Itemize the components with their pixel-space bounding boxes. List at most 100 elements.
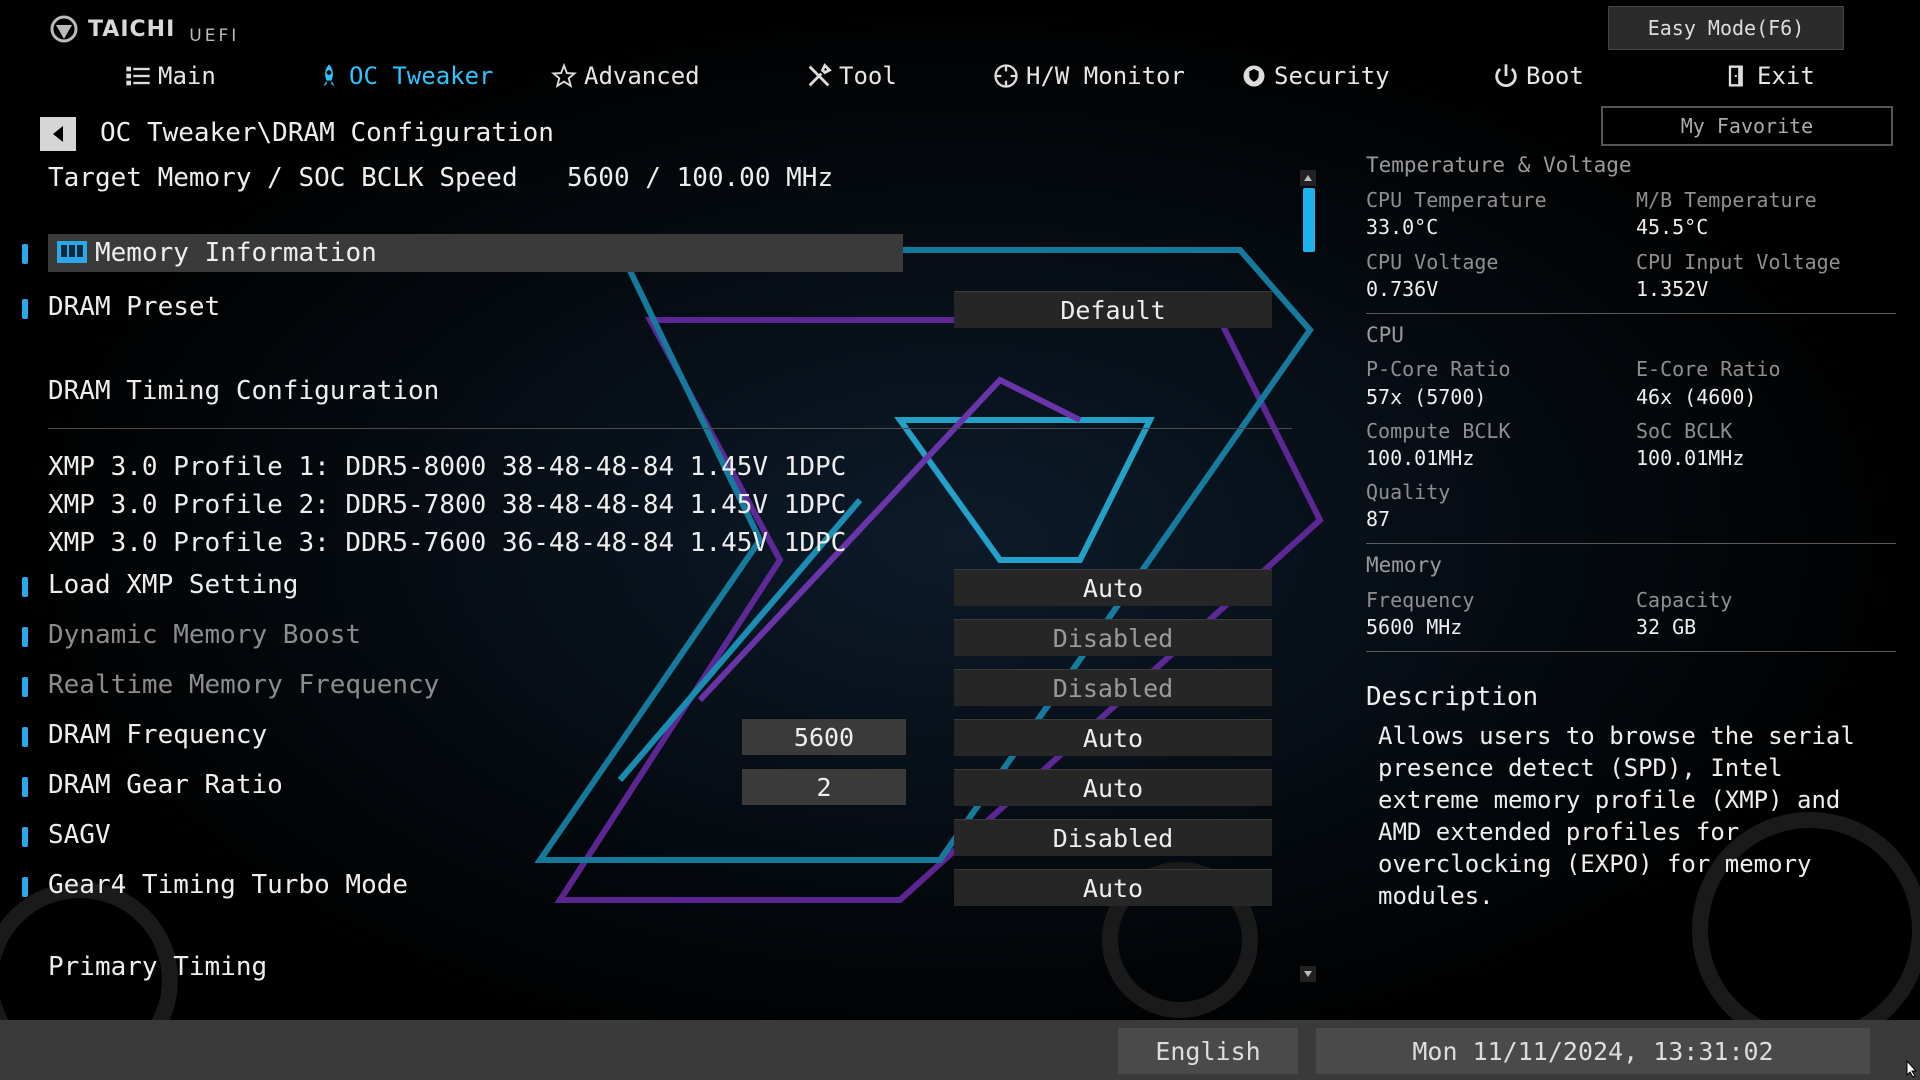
dynamic-memory-boost-select[interactable]: Disabled (954, 619, 1272, 656)
star-icon (551, 62, 577, 89)
tab-hw-monitor-label: H/W Monitor (1026, 62, 1185, 90)
dram-frequency-label: DRAM Frequency (48, 720, 268, 750)
dynamic-memory-boost-label: Dynamic Memory Boost (48, 620, 362, 650)
row-marker (22, 577, 28, 597)
row-marker (22, 299, 28, 319)
datetime-display: Mon 11/11/2024, 13:31:02 (1316, 1028, 1870, 1074)
panel-divider (1366, 543, 1896, 544)
tab-advanced[interactable]: Advanced (550, 58, 700, 94)
load-xmp-select[interactable]: Auto (954, 569, 1272, 606)
tab-main-label: Main (158, 62, 216, 90)
xmp-profile-2: XMP 3.0 Profile 2: DDR5-7800 38-48-48-84… (48, 490, 847, 520)
tab-exit[interactable]: Exit (1723, 58, 1815, 94)
realtime-memory-frequency-select[interactable]: Disabled (954, 669, 1272, 706)
memory-heading: Memory (1366, 553, 1442, 577)
row-marker (22, 727, 28, 747)
ecore-ratio-value: 46x (4600) (1636, 385, 1757, 409)
memory-frequency-value: 5600 MHz (1366, 615, 1463, 639)
tab-oc-tweaker[interactable]: OC Tweaker (315, 58, 494, 94)
description-text: Allows users to browse the serial presen… (1378, 722, 1855, 910)
breadcrumb: OC Tweaker\DRAM Configuration (100, 118, 554, 148)
scroll-up-button[interactable] (1300, 170, 1316, 186)
section-divider (48, 428, 1292, 429)
target-speed-value: 5600 / 100.00 MHz (567, 163, 834, 193)
pcore-ratio-value: 57x (5700) (1366, 385, 1487, 409)
panel-divider (1366, 651, 1896, 652)
tab-exit-label: Exit (1757, 62, 1815, 90)
back-button[interactable] (40, 117, 76, 151)
memory-frequency-label: Frequency (1366, 588, 1475, 612)
power-icon (1495, 64, 1517, 87)
ecore-ratio-label: E-Core Ratio (1636, 357, 1781, 381)
language-button[interactable]: English (1118, 1028, 1298, 1074)
tab-security-label: Security (1274, 62, 1390, 90)
dram-preset-label: DRAM Preset (48, 292, 221, 322)
tab-security[interactable]: Security (1240, 58, 1390, 94)
cpu-input-voltage-value: 1.352V (1636, 277, 1709, 301)
dram-gear-ratio-select[interactable]: Auto (954, 769, 1272, 806)
list-icon (126, 66, 150, 86)
cpu-voltage-label: CPU Voltage (1366, 250, 1499, 274)
row-marker (22, 877, 28, 897)
compute-bclk-value: 100.01MHz (1366, 446, 1475, 470)
tab-tool[interactable]: Tool (805, 58, 897, 94)
memory-information-label: Memory Information (95, 238, 377, 268)
caret-down-icon (1304, 971, 1312, 977)
dram-timing-section-title: DRAM Timing Configuration (48, 376, 440, 406)
tools-icon (808, 63, 832, 87)
mouse-cursor-icon (1906, 1060, 1918, 1078)
cpu-heading: CPU (1366, 323, 1404, 347)
monitor-icon (994, 64, 1018, 88)
scrollbar-thumb[interactable] (1303, 188, 1315, 252)
tab-boot-label: Boot (1526, 62, 1584, 90)
tab-boot[interactable]: Boot (1492, 58, 1584, 94)
shield-icon (1243, 65, 1265, 87)
scroll-down-button[interactable] (1300, 966, 1316, 982)
description-title: Description (1366, 682, 1539, 712)
memory-capacity-label: Capacity (1636, 588, 1733, 612)
mb-temp-label: M/B Temperature (1636, 188, 1817, 212)
sagv-label: SAGV (48, 820, 111, 850)
cpu-temp-label: CPU Temperature (1366, 188, 1547, 212)
arrow-left-icon (53, 126, 63, 142)
pcore-ratio-label: P-Core Ratio (1366, 357, 1511, 381)
cpu-input-voltage-label: CPU Input Voltage (1636, 250, 1841, 274)
compute-bclk-label: Compute BCLK (1366, 419, 1511, 443)
mb-temp-value: 45.5°C (1636, 215, 1709, 239)
gear4-turbo-select[interactable]: Auto (954, 869, 1272, 906)
cpu-temp-value: 33.0°C (1366, 215, 1439, 239)
row-marker (22, 244, 28, 264)
panel-divider (1366, 313, 1896, 314)
load-xmp-label: Load XMP Setting (48, 570, 299, 600)
brand-sub: UEFI (189, 26, 240, 46)
rocket-icon (323, 64, 335, 87)
dram-preset-select[interactable]: Default (954, 291, 1272, 328)
exit-icon (1728, 65, 1743, 87)
cpu-voltage-value: 0.736V (1366, 277, 1439, 301)
my-favorite-button[interactable]: My Favorite (1601, 106, 1893, 146)
tab-main[interactable]: Main (124, 58, 216, 94)
brand-name: TAICHI (88, 16, 176, 42)
memory-capacity-value: 32 GB (1636, 615, 1697, 639)
xmp-profile-3: XMP 3.0 Profile 3: DDR5-7600 36-48-48-84… (48, 528, 847, 558)
dram-frequency-select[interactable]: Auto (954, 719, 1272, 756)
soc-bclk-value: 100.01MHz (1636, 446, 1745, 470)
tab-advanced-label: Advanced (584, 62, 700, 90)
tab-hw-monitor[interactable]: H/W Monitor (992, 58, 1185, 94)
memory-module-icon (57, 241, 87, 263)
easy-mode-button[interactable]: Easy Mode(F6) (1608, 6, 1844, 50)
tab-oc-tweaker-label: OC Tweaker (349, 62, 494, 90)
quality-value: 87 (1366, 507, 1391, 531)
temp-voltage-heading: Temperature & Voltage (1366, 153, 1632, 177)
dram-gear-ratio-current: 2 (742, 769, 906, 805)
row-marker (22, 627, 28, 647)
row-marker (22, 677, 28, 697)
brand-logo-group: TAICHI UEFI (50, 12, 239, 46)
target-speed-label: Target Memory / SOC BCLK Speed (48, 163, 518, 193)
gear4-turbo-label: Gear4 Timing Turbo Mode (48, 870, 409, 900)
sagv-select[interactable]: Disabled (954, 819, 1272, 856)
xmp-profile-1: XMP 3.0 Profile 1: DDR5-8000 38-48-48-84… (48, 452, 847, 482)
row-marker (22, 827, 28, 847)
dram-frequency-current: 5600 (742, 719, 906, 755)
quality-label: Quality (1366, 480, 1451, 504)
